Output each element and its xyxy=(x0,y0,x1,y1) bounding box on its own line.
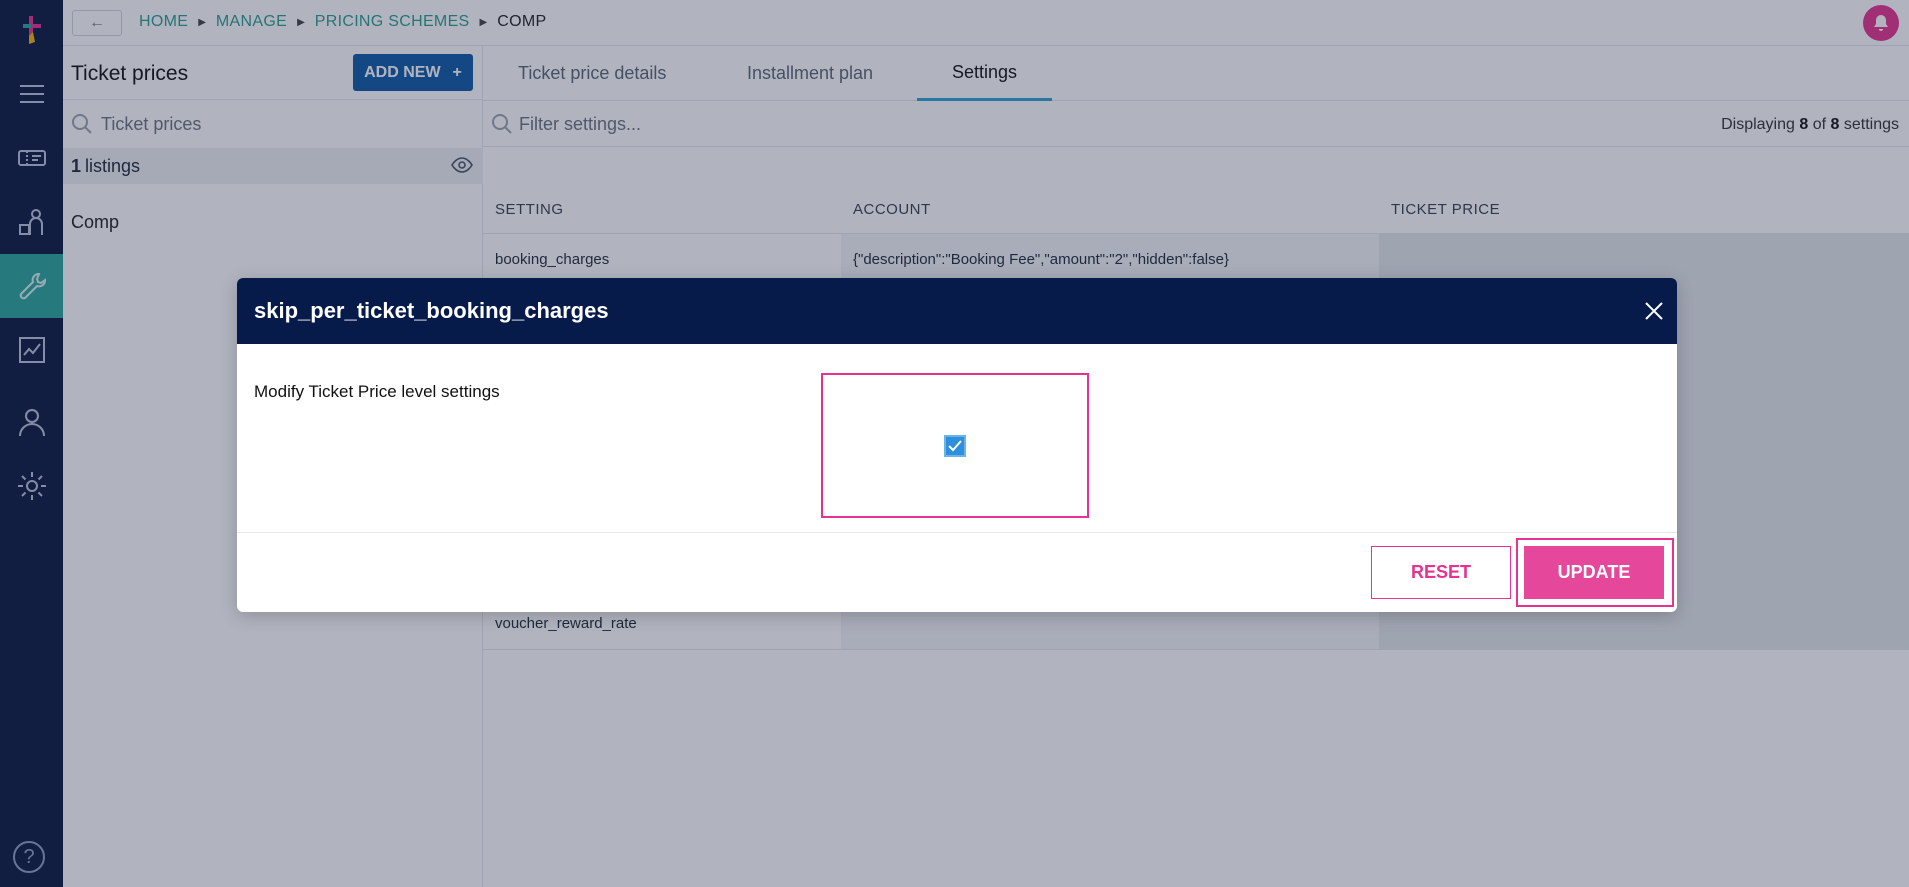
modify-settings-label: Modify Ticket Price level settings xyxy=(254,382,500,401)
reset-button[interactable]: RESET xyxy=(1371,546,1511,599)
close-icon[interactable] xyxy=(1643,300,1665,322)
checkbox-highlight xyxy=(821,373,1089,518)
update-button[interactable]: UPDATE xyxy=(1524,546,1664,599)
modal-divider xyxy=(237,532,1677,533)
modal-title: skip_per_ticket_booking_charges xyxy=(254,298,609,323)
modal-header: skip_per_ticket_booking_charges xyxy=(237,278,1677,344)
setting-modal: skip_per_ticket_booking_charges Modify T… xyxy=(237,278,1677,612)
skip-booking-charges-checkbox[interactable] xyxy=(944,434,966,457)
check-icon xyxy=(948,439,962,451)
